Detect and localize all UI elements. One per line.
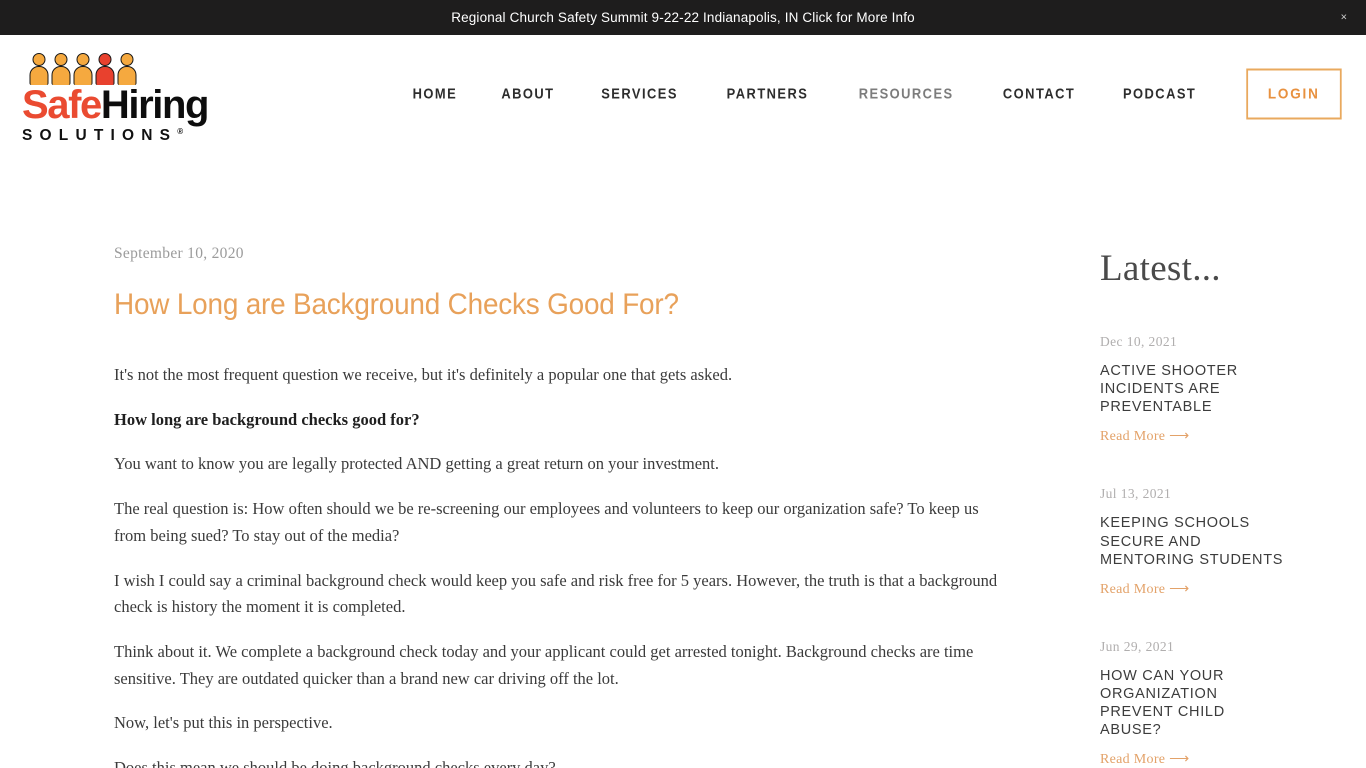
logo-safe-text: Safe [22, 83, 102, 127]
article-paragraph: Does this mean we should be doing backgr… [114, 758, 556, 768]
nav-item-partners[interactable]: PARTNERS [711, 75, 824, 112]
article-paragraph: Now, let's put this in perspective. [114, 713, 333, 733]
nav-item-resources[interactable]: RESOURCES [843, 75, 969, 112]
nav-item-contact[interactable]: CONTACT [988, 75, 1091, 112]
read-more-link[interactable]: Read More ⟶ [1100, 751, 1189, 768]
nav-item-about[interactable]: ABOUT [486, 75, 570, 112]
site-logo[interactable]: SafeHiring SOLUTIONS® [22, 51, 209, 145]
article-subheading: How long are background checks good for? [114, 409, 420, 429]
logo-wordmark: SafeHiring [22, 83, 209, 127]
close-icon[interactable]: × [1335, 8, 1353, 27]
post-title-link[interactable]: KEEPING SCHOOLS SECURE AND MENTORING STU… [1100, 514, 1290, 568]
article-paragraph: Think about it. We complete a background… [114, 642, 974, 688]
people-group-icon [28, 51, 204, 85]
sidebar-heading: Latest... [1100, 248, 1221, 289]
post-date: Jul 13, 2021 [1100, 486, 1172, 502]
nav-item-podcast[interactable]: PODCAST [1108, 75, 1212, 112]
logo-tagline-text: SOLUTIONS [22, 127, 178, 145]
post-date: Dec 10, 2021 [1100, 334, 1178, 349]
article-paragraph: It's not the most frequent question we r… [114, 365, 733, 384]
read-more-link[interactable]: Read More ⟶ [1100, 581, 1189, 598]
article-paragraph: You want to know you are legally protect… [114, 454, 720, 474]
page-title: How Long are Background Checks Good For? [114, 288, 679, 321]
nav-item-home[interactable]: HOME [397, 75, 473, 112]
main-navigation: HOME ABOUT SERVICES PARTNERS RESOURCES C… [391, 68, 1346, 119]
site-header: SafeHiring SOLUTIONS® HOME ABOUT SERVICE… [0, 35, 1366, 152]
article-paragraph: The real question is: How often should w… [114, 499, 979, 545]
list-item: Jul 13, 2021 KEEPING SCHOOLS SECURE AND … [1100, 486, 1290, 597]
list-item: Jun 29, 2021 HOW CAN YOUR ORGANIZATION P… [1100, 639, 1290, 768]
sidebar: Latest... Dec 10, 2021 ACTIVE SHOOTER IN… [1014, 245, 1306, 768]
read-more-link[interactable]: Read More ⟶ [1100, 428, 1189, 445]
person-figure-icon [50, 53, 71, 85]
person-figure-icon [72, 53, 93, 85]
person-figure-icon [94, 53, 115, 85]
list-item: Dec 10, 2021 ACTIVE SHOOTER INCIDENTS AR… [1100, 334, 1290, 445]
logo-hiring-text: Hiring [100, 83, 210, 127]
registered-mark-icon: ® [177, 127, 184, 136]
article-body: It's not the most frequent question we r… [114, 362, 1014, 768]
nav-item-services[interactable]: SERVICES [585, 75, 693, 112]
logo-tagline: SOLUTIONS® [22, 127, 204, 145]
announcement-bar[interactable]: Regional Church Safety Summit 9-22-22 In… [0, 0, 1366, 35]
article-date: September 10, 2020 [114, 245, 244, 262]
post-title-link[interactable]: ACTIVE SHOOTER INCIDENTS ARE PREVENTABLE [1100, 362, 1290, 416]
article: September 10, 2020 How Long are Backgrou… [114, 245, 1014, 768]
post-title-link[interactable]: HOW CAN YOUR ORGANIZATION PREVENT CHILD … [1100, 667, 1290, 740]
login-button[interactable]: LOGIN [1245, 68, 1341, 119]
page-content: September 10, 2020 How Long are Backgrou… [0, 152, 1366, 768]
article-paragraph: I wish I could say a criminal background… [114, 570, 998, 617]
post-date: Jun 29, 2021 [1100, 638, 1175, 654]
latest-posts-list: Dec 10, 2021 ACTIVE SHOOTER INCIDENTS AR… [1100, 334, 1306, 768]
person-figure-icon [116, 53, 137, 85]
person-figure-icon [28, 53, 49, 85]
announcement-text[interactable]: Regional Church Safety Summit 9-22-22 In… [451, 10, 915, 25]
